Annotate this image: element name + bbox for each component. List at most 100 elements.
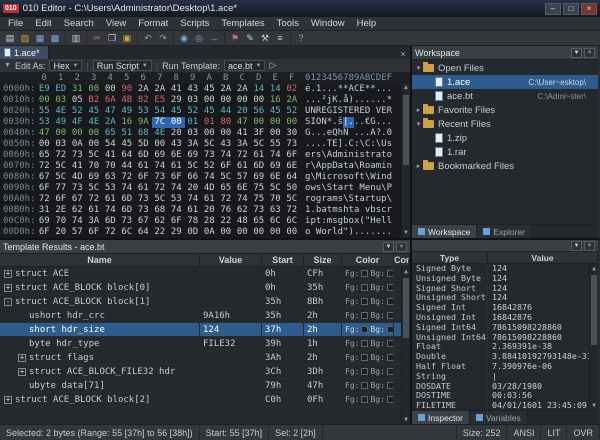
hex-scrollbar[interactable]: ▲ ▼ bbox=[401, 84, 410, 238]
hex-byte[interactable]: 73 bbox=[135, 205, 152, 216]
hex-byte[interactable]: 67 bbox=[36, 172, 53, 183]
ascii-char[interactable]: . bbox=[387, 84, 392, 95]
hex-byte[interactable]: 2A bbox=[284, 95, 301, 106]
hex-byte[interactable]: 2E bbox=[53, 205, 70, 216]
hex-byte[interactable]: 5C bbox=[185, 161, 202, 172]
hex-byte[interactable]: 69 bbox=[251, 172, 268, 183]
hex-byte[interactable]: 00 bbox=[53, 128, 70, 139]
run-template-play-button[interactable]: ▷ bbox=[269, 60, 276, 71]
fg-swatch[interactable] bbox=[361, 270, 368, 277]
template-row[interactable]: +struct ACE_BLOCK block[0]0h35hFg:Bg: bbox=[0, 281, 410, 295]
hex-byte[interactable]: 72 bbox=[152, 183, 169, 194]
hex-byte[interactable]: 0A bbox=[69, 139, 86, 150]
bg-swatch[interactable] bbox=[387, 284, 394, 291]
inspector-row[interactable]: Signed Int16842876 bbox=[412, 303, 598, 313]
fg-swatch[interactable] bbox=[361, 368, 368, 375]
workspace-file-1-ace[interactable]: 1.aceC:\User~esktop\ bbox=[412, 75, 598, 89]
hex-byte[interactable]: 53 bbox=[102, 183, 119, 194]
hex-byte[interactable]: 16 bbox=[267, 95, 284, 106]
ascii-char[interactable]: . bbox=[387, 227, 392, 238]
hex-byte[interactable]: 4D bbox=[69, 172, 86, 183]
hex-byte[interactable]: 00 bbox=[201, 95, 218, 106]
hex-byte[interactable]: 74 bbox=[267, 150, 284, 161]
hex-byte[interactable]: 00 bbox=[36, 95, 53, 106]
inspector-close-button[interactable]: × bbox=[584, 241, 595, 251]
hex-byte[interactable]: 6F bbox=[86, 227, 103, 238]
hex-byte[interactable]: 00 bbox=[86, 84, 103, 95]
template-row[interactable]: byte hdr_typeFILE3239h1hFg:Bg: bbox=[0, 337, 410, 351]
hex-byte[interactable]: 53 bbox=[135, 106, 152, 117]
bg-swatch[interactable] bbox=[387, 312, 394, 319]
scroll-up-icon[interactable]: ▲ bbox=[402, 84, 410, 93]
hex-byte[interactable]: 00 bbox=[251, 117, 268, 128]
hex-byte[interactable]: 00 bbox=[267, 128, 284, 139]
hex-byte[interactable]: 4E bbox=[152, 128, 169, 139]
hex-byte[interactable]: 47 bbox=[102, 106, 119, 117]
hex-byte[interactable]: 4B bbox=[119, 95, 136, 106]
hex-byte[interactable]: 65 bbox=[251, 216, 268, 227]
fg-swatch[interactable] bbox=[361, 382, 368, 389]
hex-byte[interactable]: 54 bbox=[102, 139, 119, 150]
menu-item-view[interactable]: View bbox=[100, 18, 132, 29]
hex-byte[interactable]: 47 bbox=[36, 128, 53, 139]
hex-byte[interactable]: 61 bbox=[102, 194, 119, 205]
hex-byte[interactable]: 20 bbox=[234, 106, 251, 117]
inspector-column-value[interactable]: Value bbox=[488, 252, 598, 263]
hex-byte[interactable]: 45 bbox=[201, 84, 218, 95]
hex-byte[interactable]: 9A bbox=[135, 117, 152, 128]
hex-byte[interactable]: 5C bbox=[284, 194, 301, 205]
fg-swatch[interactable] bbox=[361, 312, 368, 319]
hex-byte[interactable]: 6F bbox=[218, 161, 235, 172]
redo-icon[interactable]: ↷ bbox=[156, 32, 170, 45]
workspace-folder-favorite-files[interactable]: ▸Favorite Files bbox=[412, 103, 598, 117]
bg-swatch[interactable] bbox=[387, 298, 394, 305]
hex-byte[interactable]: 69 bbox=[185, 150, 202, 161]
hex-byte[interactable]: 29 bbox=[168, 227, 185, 238]
template-results-scrollbar[interactable]: ▲ ▼ bbox=[401, 267, 410, 424]
hex-byte[interactable]: 73 bbox=[251, 205, 268, 216]
hex-byte[interactable]: 29 bbox=[168, 95, 185, 106]
cut-icon[interactable]: ✂ bbox=[90, 32, 104, 45]
hex-byte[interactable]: 74 bbox=[102, 205, 119, 216]
scroll-thumb[interactable] bbox=[403, 278, 409, 338]
hex-byte[interactable]: 16 bbox=[119, 117, 136, 128]
template-row[interactable]: -struct ACE_BLOCK block[1]35h8BhFg:Bg: bbox=[0, 295, 410, 309]
hex-byte[interactable]: 22 bbox=[218, 216, 235, 227]
hex-byte[interactable]: 52 bbox=[201, 161, 218, 172]
menu-item-tools[interactable]: Tools bbox=[271, 18, 305, 29]
hex-byte[interactable]: 73 bbox=[284, 139, 301, 150]
hex-byte[interactable]: 61 bbox=[201, 194, 218, 205]
column-header-comment[interactable]: Comment bbox=[394, 254, 410, 266]
print-icon[interactable]: ▥ bbox=[69, 32, 83, 45]
collapse-icon[interactable]: - bbox=[4, 298, 12, 306]
hex-byte[interactable]: 6F bbox=[168, 172, 185, 183]
hex-byte[interactable]: 57 bbox=[234, 172, 251, 183]
menu-item-scripts[interactable]: Scripts bbox=[174, 18, 215, 29]
hex-byte[interactable]: ED bbox=[53, 84, 70, 95]
hex-byte[interactable]: 47 bbox=[234, 117, 251, 128]
hex-byte[interactable]: 6F bbox=[135, 172, 152, 183]
hex-byte[interactable]: 00 bbox=[218, 128, 235, 139]
hex-byte[interactable]: 41 bbox=[102, 150, 119, 161]
expand-icon[interactable]: + bbox=[4, 284, 12, 292]
hex-byte[interactable]: 70 bbox=[86, 161, 103, 172]
save-file-icon[interactable]: ▦ bbox=[33, 32, 47, 45]
hex-byte[interactable]: 5C bbox=[53, 172, 70, 183]
hex-byte[interactable]: 6E bbox=[284, 161, 301, 172]
hex-byte[interactable]: 74 bbox=[201, 172, 218, 183]
workspace-file-1-zip[interactable]: 1.zip bbox=[412, 131, 598, 145]
hex-byte[interactable]: 6C bbox=[267, 216, 284, 227]
expand-icon[interactable]: + bbox=[18, 354, 26, 362]
template-row[interactable]: +struct ACE_BLOCK_FILE32 hdr3Ch3DhFg:Bg: bbox=[0, 365, 410, 379]
hex-byte[interactable]: 73 bbox=[69, 183, 86, 194]
hex-byte[interactable]: 4E bbox=[53, 106, 70, 117]
hex-byte[interactable]: 72 bbox=[36, 194, 53, 205]
fg-swatch[interactable] bbox=[361, 298, 368, 305]
inspector-row[interactable]: DOSDATE03/28/1980 bbox=[412, 382, 598, 392]
hex-byte[interactable]: 00 bbox=[251, 95, 268, 106]
hex-byte[interactable]: 82 bbox=[135, 95, 152, 106]
hex-byte[interactable]: 05 bbox=[69, 95, 86, 106]
chevron-down-icon[interactable]: ▾ bbox=[414, 120, 423, 128]
fg-swatch[interactable] bbox=[361, 340, 368, 347]
hex-byte[interactable]: 6D bbox=[119, 205, 136, 216]
